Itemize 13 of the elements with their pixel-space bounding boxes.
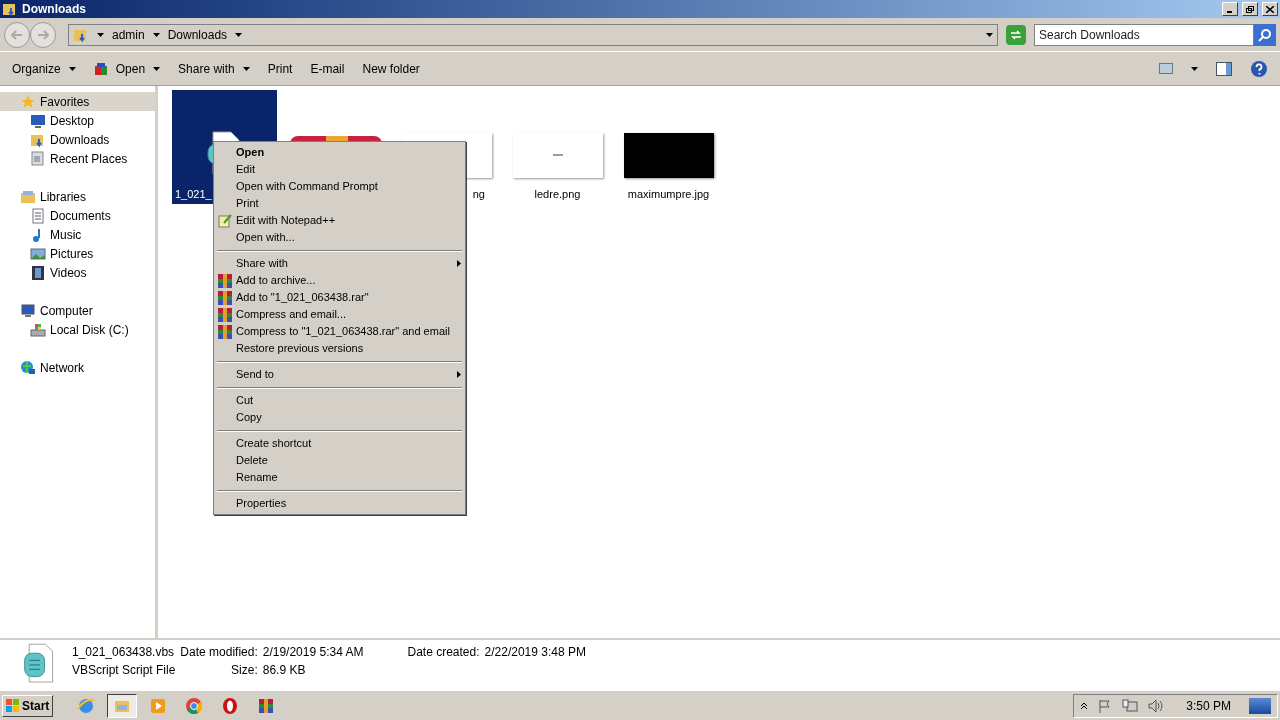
- detail-label: Size:: [230, 664, 258, 677]
- file-name: maximumpre.jpg: [627, 186, 710, 202]
- file-name: 1_021_063438.vbs: [72, 646, 176, 659]
- detail-value: 86.9 KB: [262, 664, 307, 677]
- file-name: ng: [472, 186, 486, 202]
- file-name: 1_021_: [174, 186, 212, 202]
- detail-value: 2/22/2019 3:48 PM: [484, 646, 586, 659]
- detail-label: Date created:: [407, 646, 480, 659]
- file-type: VBScript Script File: [72, 664, 176, 677]
- detail-label: Date modified:: [180, 646, 258, 659]
- detail-value: 2/19/2019 5:34 AM: [262, 646, 364, 659]
- file-name: ledre.png: [534, 186, 581, 202]
- window-title: Downloads: [22, 1, 87, 18]
